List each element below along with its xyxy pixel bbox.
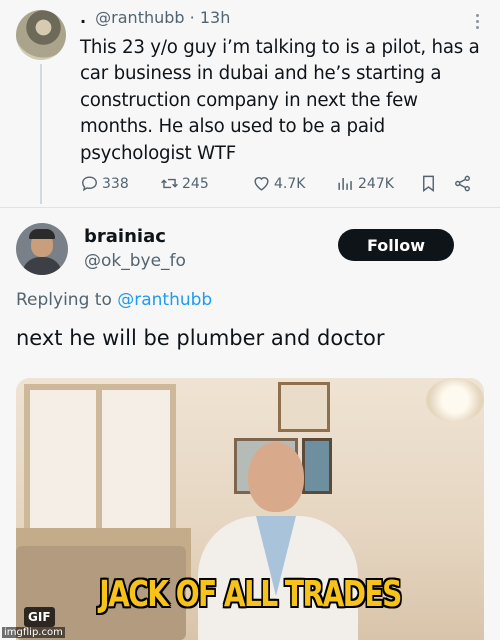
retweet-icon: [161, 178, 178, 189]
tweet-header: . @ranthubb · 13h: [80, 8, 230, 27]
retweet-count: 245: [182, 175, 209, 192]
header-separator: ·: [189, 8, 200, 27]
tweet-actions: 338 245 4.7K 247K: [80, 174, 480, 196]
replying-mention-link[interactable]: @ranthubb: [117, 290, 212, 310]
reply-author-handle[interactable]: @ok_bye_fo: [84, 251, 186, 271]
views-count: 247K: [358, 175, 394, 192]
retweet-button[interactable]: 245: [160, 174, 209, 193]
thread-line: [40, 64, 42, 204]
original-tweet: . @ranthubb · 13h This 23 y/o guy i’m ta…: [0, 0, 500, 205]
tweet-text-line: This 23 y/o guy i’m talking to is a pilo…: [80, 37, 480, 58]
like-count: 4.7K: [274, 175, 306, 192]
gif-badge: GIF: [24, 607, 55, 627]
watermark: imgflip.com: [2, 627, 65, 638]
bookmark-icon: [423, 175, 434, 193]
tweet-time[interactable]: 13h: [200, 8, 231, 27]
share-button[interactable]: [453, 174, 475, 193]
views-button[interactable]: 247K: [336, 174, 394, 193]
avatar[interactable]: [16, 10, 66, 60]
tweet-text-line: psychologist WTF: [80, 142, 236, 164]
author-handle[interactable]: @ranthubb: [95, 8, 184, 27]
reply-author-name[interactable]: brainiac: [84, 226, 166, 247]
follow-button[interactable]: Follow: [338, 229, 454, 261]
replying-to: Replying to @ranthubb: [16, 290, 212, 310]
share-icon: [455, 175, 470, 192]
author-name[interactable]: .: [80, 8, 86, 27]
reply-button[interactable]: 338: [80, 174, 129, 193]
reply-icon: [82, 176, 97, 192]
tweet-text-line: months. He also used to be a paid: [80, 116, 385, 138]
tweet-text-line: car business in dubai and he’s starting …: [80, 63, 442, 85]
like-button[interactable]: 4.7K: [252, 174, 305, 193]
reply-count: 338: [102, 175, 129, 192]
tweet-text: This 23 y/o guy i’m talking to is a pilo…: [80, 35, 485, 167]
replying-prefix: Replying to: [16, 290, 112, 310]
bookmark-button[interactable]: [419, 174, 441, 193]
like-icon: [254, 177, 269, 191]
more-icon[interactable]: [476, 14, 480, 30]
views-icon: [338, 177, 352, 190]
tweet-text-line: construction company in next the few: [80, 89, 418, 111]
gif-caption: JACK OF ALL TRADES: [99, 574, 402, 615]
gif-media[interactable]: JACK OF ALL TRADES GIF: [16, 378, 484, 640]
avatar[interactable]: [16, 223, 68, 275]
divider: [0, 207, 500, 208]
reply-text: next he will be plumber and doctor: [16, 326, 385, 350]
